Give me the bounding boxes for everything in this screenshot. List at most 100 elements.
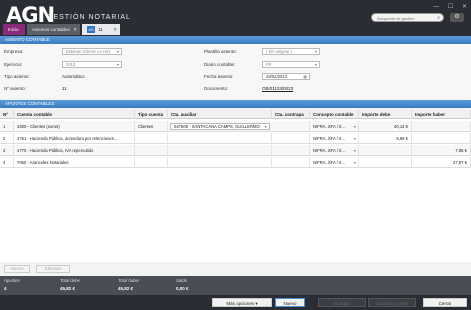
cell-concepto[interactable]: N/FRA. SFA / 0... (310, 157, 359, 168)
cell-cuenta[interactable]: 4770 - Hacienda Pública, IVA repercutido (14, 145, 135, 156)
fecha-value: 28/02/2013 (266, 74, 287, 79)
cell-auxiliar[interactable]: 047509 - SANTACANA CAMPS, GUILLERMO (170, 123, 270, 130)
cell-contrapartida[interactable] (272, 157, 310, 168)
search-icon[interactable]: ⌕ (437, 15, 440, 21)
tab-asientos-contables[interactable]: Asientos contables ✕ (27, 24, 80, 35)
table-row[interactable]: 1 4300 - Clientes (euros) Clientes 04750… (0, 121, 471, 132)
col-header-auxiliar[interactable]: Cta. auxiliar (168, 110, 272, 119)
chevron-down-icon: ▾ (314, 49, 317, 54)
maximize-icon[interactable]: ☐ (448, 4, 453, 10)
cell-numero: 2 (0, 133, 14, 144)
col-header-tipo[interactable]: Tipo cuenta (135, 110, 168, 119)
plantilla-select[interactable]: ( Sin asignar ) ▾ (262, 48, 320, 55)
cell-haber[interactable] (412, 133, 471, 144)
cell-tipo[interactable] (135, 157, 168, 168)
cell-contrapartida[interactable] (272, 145, 310, 156)
col-header-contrapartida[interactable]: Cta. contrapa (272, 110, 310, 119)
tab-asiento-11[interactable]: AS 11 ✕ (82, 24, 120, 35)
section-apuntes-contables: APUNTES CONTABLES (0, 100, 471, 108)
col-header-debe[interactable]: Importe debe (359, 110, 412, 119)
numero-asiento-value: 11 (62, 86, 67, 91)
cell-auxiliar[interactable] (168, 133, 272, 144)
cell-concepto[interactable]: N/FRA. SFA / 0... (310, 133, 359, 144)
saldo-label: Saldo (176, 278, 187, 283)
title-bar: AGN GESTIÓN NOTARIAL — ☐ ✕ Búsqueda de g… (0, 0, 471, 36)
diario-select[interactable]: FR ▾ (262, 61, 320, 68)
chevron-down-icon: ▾ (314, 62, 317, 67)
diario-value: FR (266, 62, 272, 67)
plantilla-label: Plantilla asiento: (204, 49, 237, 54)
cell-tipo[interactable] (135, 133, 168, 144)
window-controls: — ☐ ✕ (426, 3, 467, 10)
close-icon[interactable]: ✕ (462, 4, 467, 10)
empresa-label: Empresa: (4, 49, 24, 54)
saldo-value: 0,00 € (176, 286, 189, 291)
col-header-numero[interactable]: Nº (0, 110, 14, 119)
table-header: Nº Cuenta contable Tipo cuenta Cta. auxi… (0, 110, 471, 119)
tab-inicio[interactable]: Inicio (3, 24, 25, 35)
section-asiento-contable: ASIENTO CONTABLE (0, 36, 471, 44)
documento-label: Documento: (204, 86, 229, 91)
tab-label: 11 (98, 27, 103, 32)
asiento-form: Empresa: Esteban Gómez Le Hoz ▾ Ejercicio… (0, 44, 471, 98)
close-tab-icon[interactable]: ✕ (73, 24, 77, 35)
cell-haber[interactable]: 7,95 € (412, 145, 471, 156)
table-row[interactable]: 2 4751 - Hacienda Pública, acreedora por… (0, 133, 471, 144)
cell-haber[interactable] (412, 121, 471, 132)
col-header-concepto[interactable]: Concepto contable (310, 110, 359, 119)
cell-numero: 3 (0, 145, 14, 156)
settings-button[interactable]: ⚙ (450, 13, 464, 22)
cell-contrapartida[interactable] (272, 133, 310, 144)
col-header-cuenta[interactable]: Cuenta contable (14, 110, 135, 119)
cell-cuenta[interactable]: 7050 - Aranceles Notariales (14, 157, 135, 168)
cell-cuenta[interactable]: 4300 - Clientes (euros) (14, 121, 135, 132)
documento-link[interactable]: OB/01133/0023 (262, 86, 293, 91)
cell-debe[interactable] (359, 145, 412, 156)
search-input[interactable]: Búsqueda de gestión ⌕ (371, 13, 444, 22)
diario-label: Diario contable: (204, 62, 236, 67)
delete-row-button[interactable]: Eliminar (36, 265, 70, 273)
table-row[interactable]: 3 4770 - Hacienda Pública, IVA repercuti… (0, 145, 471, 156)
cell-debe[interactable]: 5,68 € (359, 133, 412, 144)
empresa-select[interactable]: Esteban Gómez Le Hoz ▾ (62, 48, 122, 55)
total-haber-label: Total haber (118, 278, 140, 283)
search-placeholder: Búsqueda de gestión (377, 16, 415, 21)
more-options-button[interactable]: Más opciones ▾ (212, 298, 272, 307)
col-header-haber[interactable]: Importe haber (412, 110, 471, 119)
calendar-icon[interactable]: ▦ (303, 74, 307, 80)
cell-auxiliar[interactable] (168, 145, 272, 156)
ejercicio-label: Ejercicio: (4, 62, 23, 67)
ejercicio-select[interactable]: 2013 ▾ (62, 61, 122, 68)
cell-auxiliar[interactable] (168, 157, 272, 168)
table-row[interactable]: 4 7050 - Aranceles Notariales N/FRA. SFA… (0, 157, 471, 168)
cell-numero: 4 (0, 157, 14, 168)
cell-cuenta[interactable]: 4751 - Hacienda Pública, acreedora por r… (14, 133, 135, 144)
ejercicio-value: 2013 (66, 62, 76, 67)
cell-haber[interactable]: 37,87 € (412, 157, 471, 168)
empresa-value: Esteban Gómez Le Hoz (66, 49, 111, 54)
save-and-close-button[interactable]: Guardar y cerrar (368, 298, 416, 307)
total-debe-value: 45,82 € (60, 286, 76, 291)
apuntes-table: Nº Cuenta contable Tipo cuenta Cta. auxi… (0, 110, 471, 262)
tipo-asiento-label: Tipo asiento: (4, 74, 30, 79)
cell-debe[interactable]: 40,14 € (359, 121, 412, 132)
cell-tipo[interactable]: Clientes (135, 121, 168, 132)
cell-contrapartida[interactable] (272, 121, 310, 132)
fecha-label: Fecha asiento: (204, 74, 234, 79)
chevron-down-icon: ▾ (116, 62, 119, 67)
chevron-down-icon: ▾ (116, 49, 119, 54)
cell-numero: 1 (0, 121, 14, 132)
close-button[interactable]: Cerrar (423, 298, 467, 307)
new-row-button[interactable]: Nuevo (4, 265, 30, 273)
fecha-input[interactable]: 28/02/2013 ▦ (262, 73, 310, 80)
more-options-label: Más opciones (226, 301, 255, 306)
cell-concepto[interactable]: N/FRA. SFA / 0... (310, 121, 359, 132)
cell-concepto[interactable]: N/FRA. SFA / 0... (310, 145, 359, 156)
minimize-icon[interactable]: — (433, 4, 439, 10)
cell-tipo[interactable] (135, 145, 168, 156)
save-button[interactable]: Guardar (318, 298, 366, 307)
apuntes-count-value: 4 (4, 286, 7, 291)
cell-debe[interactable] (359, 157, 412, 168)
new-button[interactable]: Nuevo (275, 298, 305, 307)
close-tab-icon[interactable]: ✕ (113, 24, 117, 35)
